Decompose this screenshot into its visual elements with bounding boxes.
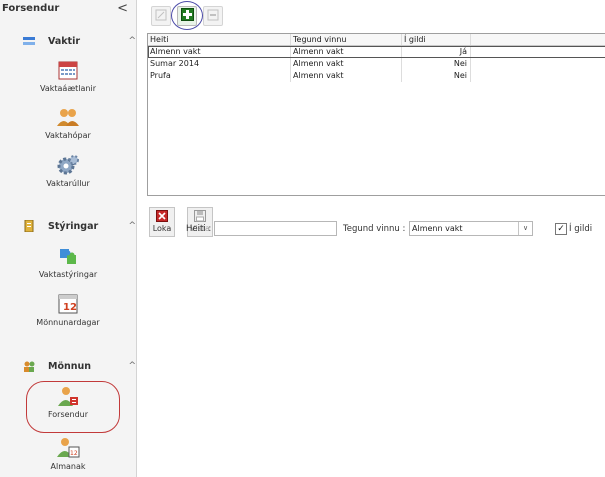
calendar-grid-icon (56, 59, 80, 81)
cell-gildi: Nei (402, 58, 471, 70)
close-icon (150, 210, 174, 224)
edit-icon (155, 9, 167, 24)
column-header-gildi[interactable]: Í gildi (402, 34, 471, 45)
sidebar-item-label: Vaktaáætlanir (39, 84, 97, 93)
clipboard-icon (22, 219, 36, 233)
delete-button[interactable] (203, 6, 223, 26)
highlight-annotation (26, 381, 120, 433)
cell-tegund: Almenn vakt (291, 70, 402, 82)
cell-tegund: Almenn vakt (291, 58, 402, 70)
table-row[interactable]: Prufa Almenn vakt Nei (148, 70, 605, 82)
sidebar-item-label: Vaktastýringar (38, 270, 98, 279)
cell-heiti: Almenn vakt (148, 46, 291, 58)
minus-icon (207, 9, 219, 24)
cell-heiti: Prufa (148, 70, 291, 82)
person-calendar-icon: 12 (56, 437, 80, 459)
group-label: Stýringar (48, 220, 99, 232)
floppy-disk-icon (188, 210, 212, 224)
gildi-label: Í gildi (569, 224, 593, 234)
sidebar-item-label: Vaktarúllur (46, 179, 90, 188)
svg-text:12: 12 (70, 450, 78, 457)
sidebar-item-vaktahopar[interactable]: Vaktahópar (0, 106, 136, 140)
heiti-input[interactable] (214, 221, 337, 236)
edit-button[interactable] (151, 6, 171, 26)
tegund-label: Tegund vinnu : (343, 224, 406, 234)
cell-heiti: Sumar 2014 (148, 58, 291, 70)
sidebar-title: Forsendur (2, 2, 60, 14)
group-label: Vaktir (48, 35, 81, 47)
sidebar-item-vaktarullur[interactable]: Vaktarúllur (0, 154, 136, 188)
chevron-up-icon[interactable]: ^ (128, 361, 136, 371)
gildi-checkbox[interactable]: ✓ (555, 223, 567, 235)
cell-gildi: Já (402, 46, 471, 58)
close-button[interactable]: Loka (149, 207, 175, 237)
data-grid: Heiti Tegund vinnu Í gildi Almenn vakt A… (147, 33, 605, 196)
column-header-heiti[interactable]: Heiti (148, 34, 291, 45)
people-icon (22, 360, 36, 372)
sidebar-item-vaktaaaetlanir[interactable]: Vaktaáætlanir (0, 59, 136, 93)
sidebar-item-vaktastyringar[interactable]: Vaktastýringar (0, 245, 136, 279)
gears-icon (56, 154, 80, 176)
cell-tegund: Almenn vakt (291, 46, 402, 58)
table-row[interactable]: Sumar 2014 Almenn vakt Nei (148, 58, 605, 70)
add-highlight-annotation (171, 1, 203, 30)
puzzle-people-icon (56, 245, 80, 267)
sidebar-header: Forsendur < (0, 0, 136, 16)
collapse-sidebar-button[interactable]: < (117, 1, 128, 16)
column-header-tegund[interactable]: Tegund vinnu (291, 34, 402, 45)
group-styringar[interactable]: Stýringar ^ (0, 216, 136, 236)
calendar-12-icon: 12 (56, 293, 80, 315)
chevron-down-icon[interactable]: ∨ (518, 222, 532, 235)
group-monnun[interactable]: Mönnun ^ (0, 356, 136, 376)
grid-header: Heiti Tegund vinnu Í gildi (148, 34, 605, 46)
chevron-up-icon[interactable]: ^ (128, 221, 136, 231)
heiti-label: Heiti : (186, 224, 212, 234)
svg-text:12: 12 (63, 302, 77, 313)
sidebar-item-label: Vaktahópar (45, 131, 91, 140)
cell-gildi: Nei (402, 70, 471, 82)
group-label: Mönnun (48, 360, 92, 372)
group-vaktir[interactable]: Vaktir ^ (0, 31, 136, 51)
chevron-up-icon[interactable]: ^ (128, 36, 136, 46)
calendar-icon (22, 35, 36, 47)
tegund-select[interactable]: Almenn vakt ∨ (409, 221, 533, 236)
table-row[interactable]: Almenn vakt Almenn vakt Já (148, 46, 605, 58)
group-people-icon (56, 106, 80, 128)
sidebar-item-label: Almanak (50, 462, 86, 471)
sidebar-item-monnunardagar[interactable]: 12 Mönnunardagar (0, 293, 136, 327)
sidebar-item-almanak[interactable]: 12 Almanak (0, 437, 136, 471)
close-label: Loka (152, 224, 172, 233)
tegund-selected-value: Almenn vakt (412, 224, 463, 233)
sidebar-item-label: Mönnunardagar (36, 318, 100, 327)
